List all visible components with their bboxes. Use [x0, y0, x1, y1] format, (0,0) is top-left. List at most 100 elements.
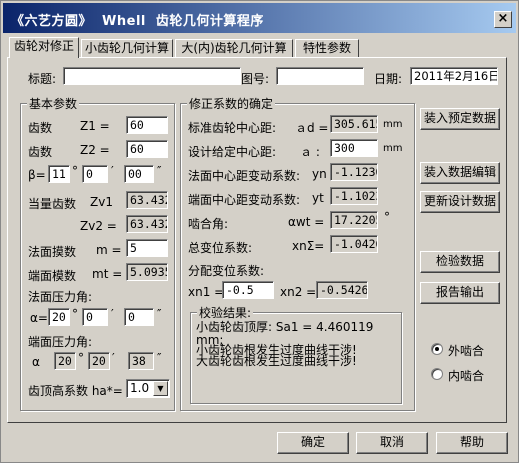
load-edit-button[interactable]: 装入数据编辑 [420, 162, 500, 184]
xn2-symbol: xn2 = [280, 285, 317, 299]
yn-label: 法面中心距变动系数: [188, 169, 301, 183]
title-bar: 《六艺方圆》 Whell 齿轮几何计算程序 × [3, 3, 516, 33]
normal-pressure-angle-label: 法面压力角: [28, 290, 93, 304]
verify-data-button[interactable]: 检验数据 [420, 251, 500, 273]
zv1-value: 63.4326 [126, 191, 168, 209]
check-line-4: 大齿轮齿根发生过度曲线干涉! [196, 354, 357, 368]
alpha-degree-input[interactable]: 20 [48, 308, 70, 326]
alpha-t-degree-mark: ° [78, 351, 84, 365]
addendum-coef-select[interactable]: 1.0 ▼ [126, 379, 170, 398]
alpha-t-minute-mark: ′ [112, 351, 115, 365]
yt-value: -1.10236 [330, 187, 378, 205]
ok-button[interactable]: 确定 [277, 432, 349, 454]
zv1-label: 当量齿数 [28, 197, 77, 211]
alpha-t-minute-value: 20 [88, 352, 110, 370]
internal-mesh-label[interactable]: 内啮合 [448, 367, 484, 384]
awt-symbol: αwt = [288, 215, 325, 229]
design-center-distance-label: 设计给定中心距: [188, 145, 277, 159]
date-input[interactable]: 2011年2月16日 [410, 67, 498, 85]
beta-minute-mark: ′ [111, 164, 114, 178]
z1-input[interactable]: 60 [126, 116, 168, 134]
cancel-button[interactable]: 取消 [356, 432, 428, 454]
normal-module-label: 法面摸数 [28, 245, 77, 259]
z1-label: 齿数 [28, 121, 53, 135]
radio-selected-dot [435, 347, 439, 351]
shift-distribution-label: 分配变位系数: [188, 264, 265, 278]
transverse-module-symbol: mt = [92, 267, 123, 281]
a-unit: mm [383, 143, 403, 154]
ad-symbol: ａd = [295, 121, 329, 135]
alpha-second-input[interactable]: 0 [124, 308, 154, 326]
yn-symbol: yn [312, 167, 327, 181]
alpha-second-mark: ″ [157, 307, 162, 321]
basic-params-title: 基本参数 [27, 95, 80, 112]
z2-label: 齿数 [28, 145, 53, 159]
beta-degree-input[interactable]: 11 [48, 165, 70, 183]
beta-second-input[interactable]: 00 [124, 165, 154, 183]
xn1-symbol: xn1 = [188, 285, 225, 299]
chevron-down-icon[interactable]: ▼ [153, 381, 168, 396]
yt-label: 端面中心距变动系数: [188, 193, 301, 207]
drawing-number-input[interactable] [276, 67, 364, 85]
awt-value: 17.22059 [330, 211, 378, 229]
title-input[interactable] [63, 67, 241, 85]
xn-sum-symbol: xnΣ= [292, 239, 325, 253]
yt-symbol: yt [312, 191, 324, 205]
alpha-minute-input[interactable]: 0 [82, 308, 108, 326]
tab-gear-pair-correction[interactable]: 齿轮对修正 [9, 37, 79, 58]
working-pressure-angle-label: 啮合角: [188, 217, 229, 231]
zv1-symbol: Zv1 [90, 195, 113, 209]
z2-input[interactable]: 60 [126, 140, 168, 158]
a-symbol: ａ : [300, 145, 320, 159]
update-design-button[interactable]: 更新设计数据 [420, 191, 500, 213]
load-preset-button[interactable]: 装入预定数据 [420, 108, 500, 130]
zv2-value: 63.4326 [126, 215, 168, 233]
beta-label: β= [28, 168, 46, 182]
external-mesh-radio[interactable] [431, 343, 443, 355]
ad-value: 305.6150 [330, 115, 378, 133]
ad-unit: mm [383, 119, 403, 130]
z2-symbol: Z2 = [80, 143, 110, 157]
alpha-t-symbol: α [32, 355, 40, 369]
alpha-degree-mark: ° [72, 307, 78, 321]
alpha-t-second-value: 38 [128, 352, 154, 370]
zv2-symbol: Zv2 = [80, 219, 117, 233]
correction-group-title: 修正系数的确定 [187, 95, 276, 112]
window-title: 《六艺方圆》 Whell 齿轮几何计算程序 [11, 14, 264, 29]
transverse-pressure-angle-label: 端面压力角: [28, 335, 93, 349]
beta-minute-input[interactable]: 0 [82, 165, 108, 183]
drawing-label: 图号: [241, 72, 270, 86]
addendum-coef-value: 1.0 [130, 381, 150, 395]
awt-degree-mark: ° [384, 210, 390, 224]
alpha-t-degree-value: 20 [54, 352, 76, 370]
yn-value: -1.12300 [330, 163, 378, 181]
xn-sum-value: -1.04265 [330, 235, 378, 253]
addendum-coef-label: 齿顶高系数 ha*= [28, 384, 123, 398]
total-shift-label: 总变位系数: [188, 241, 253, 255]
beta-degree-mark: ° [72, 164, 78, 178]
check-result-title: 校验结果: [197, 304, 254, 321]
tab-gear-geometry[interactable]: 大(内)齿轮几何计算 [175, 39, 293, 57]
xn2-value: -0.54265 [316, 281, 368, 299]
beta-second-mark: ″ [157, 164, 162, 178]
title-label: 标题: [28, 72, 57, 86]
transverse-module-label: 端面模数 [28, 269, 77, 283]
close-button[interactable]: × [494, 11, 512, 28]
xn1-input[interactable]: -0.5 [222, 281, 274, 299]
internal-mesh-radio[interactable] [431, 368, 443, 380]
tab-pinion-geometry[interactable]: 小齿轮几何计算 [81, 39, 173, 57]
ad-label: 标准齿轮中心距: [188, 121, 277, 135]
help-button[interactable]: 帮助 [436, 432, 508, 454]
design-center-distance-input[interactable]: 300 [330, 139, 378, 157]
alpha-minute-mark: ′ [111, 307, 114, 321]
tab-panel: 标题: 图号: 日期: 2011年2月16日 基本参数 齿数 Z1 = 60 齿… [7, 57, 507, 423]
normal-module-symbol: m = [96, 243, 122, 257]
app-window: 《六艺方圆》 Whell 齿轮几何计算程序 × 齿轮对修正 小齿轮几何计算 大(… [0, 0, 519, 463]
alpha-symbol: α= [30, 311, 48, 325]
external-mesh-label[interactable]: 外啮合 [448, 342, 484, 359]
alpha-t-second-mark: ″ [157, 351, 162, 365]
tab-characteristics[interactable]: 特性参数 [295, 39, 359, 57]
z1-symbol: Z1 = [80, 119, 110, 133]
normal-module-input[interactable]: 5 [126, 239, 168, 257]
report-output-button[interactable]: 报告输出 [420, 282, 500, 304]
